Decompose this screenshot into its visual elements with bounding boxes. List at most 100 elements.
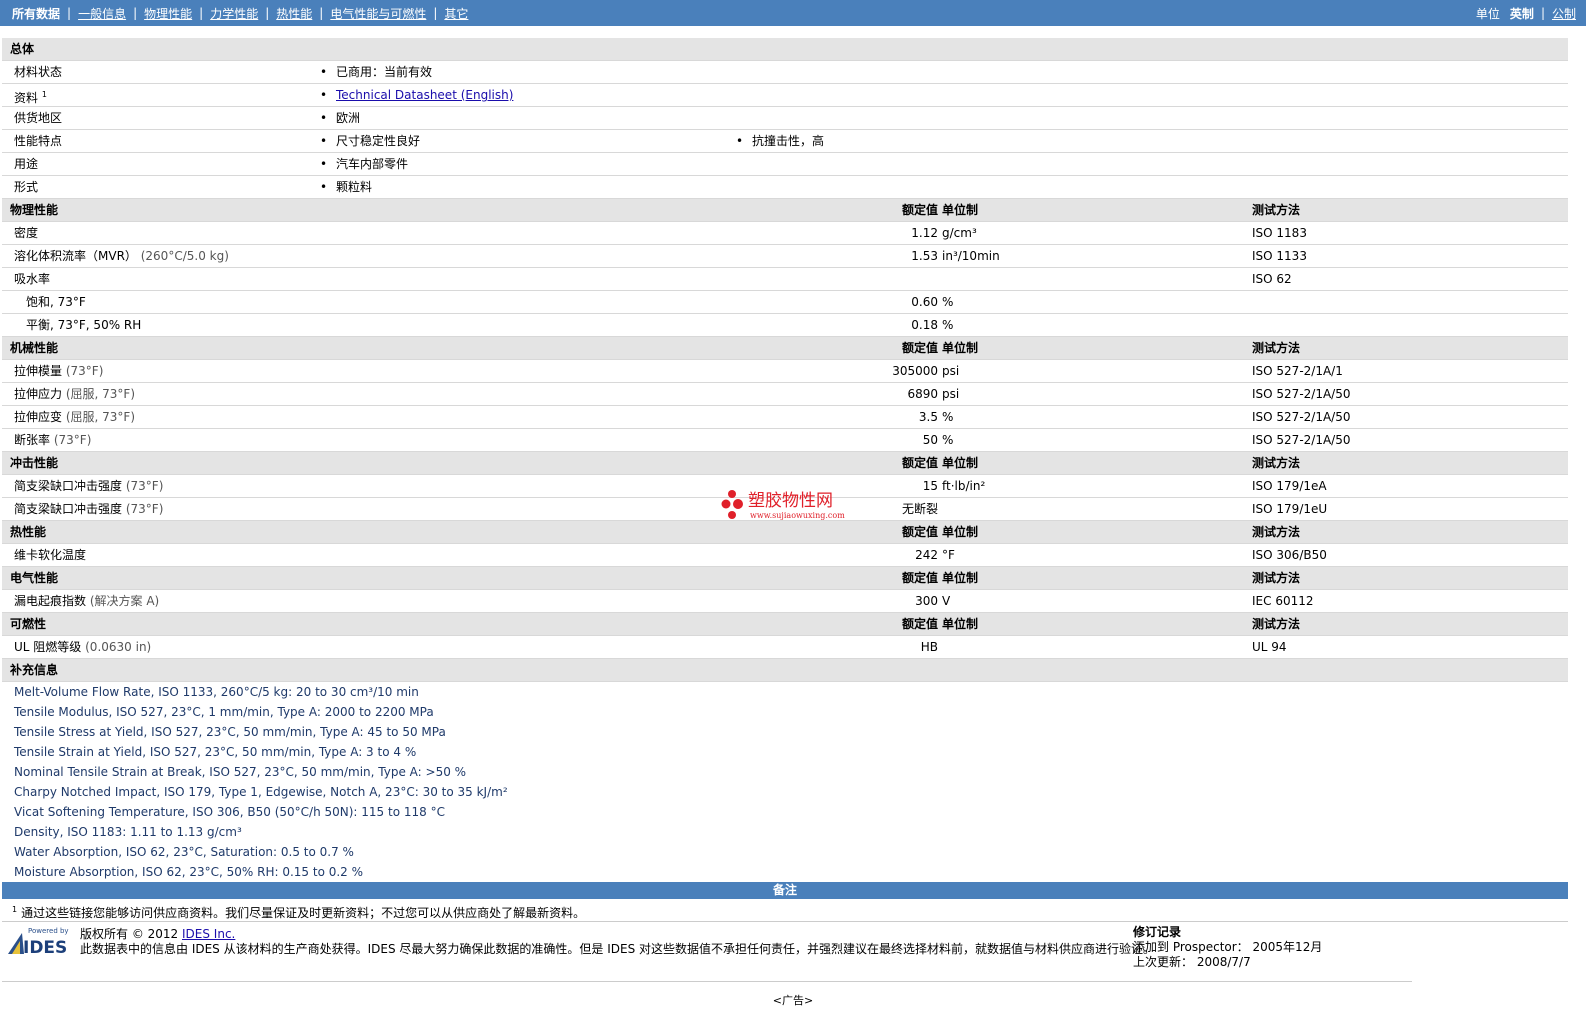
section-title: 机械性能 [10, 341, 59, 355]
general-row-form: 形式 • 颗粒料 [2, 176, 1568, 199]
row-label: 形式 [14, 180, 39, 194]
col-test: 测试方法 [1252, 203, 1301, 217]
section-title: 总体 [10, 42, 35, 56]
row-value: • 抗撞击性，高 [736, 134, 825, 148]
property-unit: g/cm³ [942, 226, 977, 240]
ides-link[interactable]: IDES Inc. [182, 927, 235, 941]
revision-title: 修订记录 [1133, 925, 1182, 939]
footnote-number: 1 [12, 905, 18, 914]
section-tabs: 所有数据 | 一般信息 | 物理性能 | 力学性能 | 热性能 | 电气性能与可… [12, 5, 468, 22]
col-nominal: 额定值 [901, 456, 938, 470]
section-physical-header: 物理性能 额定值 单位制 测试方法 [2, 199, 1568, 222]
tab-physical[interactable]: 物理性能 [144, 5, 192, 22]
nav-separator: | [265, 6, 270, 20]
technical-datasheet-link[interactable]: Technical Datasheet (English) [336, 88, 513, 102]
property-label: 平衡, 73°F, 50% RH [26, 318, 142, 332]
property-label: 吸水率 [14, 272, 51, 286]
nav-separator: | [67, 6, 72, 20]
property-row: 密度 1.12 g/cm³ ISO 1183 [2, 222, 1568, 245]
row-value: • 尺寸稳定性良好 [320, 134, 421, 148]
section-title: 热性能 [10, 525, 47, 539]
property-row: UL 阻燃等级 (0.0630 in) HB UL 94 [2, 636, 1568, 659]
property-label: 拉伸应变 (屈服, 73°F) [14, 410, 136, 424]
property-value: 1.12 [911, 226, 938, 240]
footnote: 1 通过这些链接您能够访问供应商资料。我们尽量保证及时更新资料；不过您可以从供应商… [2, 899, 1568, 922]
property-unit: psi [942, 364, 960, 378]
property-test: ISO 306/B50 [1252, 548, 1327, 562]
property-value: 242 [915, 548, 938, 562]
nav-separator: | [133, 6, 138, 20]
watermark-name: 塑胶物性网 [748, 491, 833, 511]
section-title: 物理性能 [10, 203, 59, 217]
footer-text: 版权所有 © 2012 IDES Inc. 此数据表中的信息由 IDES 从该材… [80, 927, 1155, 957]
property-value: 305000 [892, 364, 938, 378]
col-test: 测试方法 [1252, 617, 1301, 631]
property-unit: % [942, 433, 954, 447]
property-value: 3.5 [918, 410, 938, 424]
nav-separator: | [319, 6, 324, 20]
property-label: 维卡软化温度 [14, 548, 87, 562]
property-label: UL 阻燃等级 (0.0630 in) [14, 640, 152, 654]
row-label: 性能特点 [14, 134, 63, 148]
col-nominal: 额定值 [901, 341, 938, 355]
nav-separator: | [433, 6, 438, 20]
footer: Powered by IDES 版权所有 © 2012 IDES Inc. 此数… [2, 925, 1412, 982]
col-unit: 单位制 [942, 525, 979, 539]
property-unit: % [942, 410, 954, 424]
row-label: 供货地区 [14, 111, 63, 125]
tab-general-info[interactable]: 一般信息 [78, 5, 126, 22]
tab-mechanical[interactable]: 力学性能 [210, 5, 258, 22]
property-row: 平衡, 73°F, 50% RH 0.18 % [2, 314, 1568, 337]
property-label: 饱和, 73°F [26, 295, 86, 309]
property-row: 维卡软化温度 242 °F ISO 306/B50 [2, 544, 1568, 567]
tab-all-data[interactable]: 所有数据 [12, 5, 60, 22]
property-test: ISO 527-2/1A/50 [1252, 433, 1351, 447]
tab-thermal[interactable]: 热性能 [276, 5, 312, 22]
supplemental-line: Melt-Volume Flow Rate, ISO 1133, 260°C/5… [14, 685, 419, 699]
col-unit: 单位制 [942, 571, 979, 585]
property-label: 漏电起痕指数 (解决方案 A) [14, 594, 160, 608]
property-value: 0.60 [911, 295, 938, 309]
supplemental-line: Water Absorption, ISO 62, 23°C, Saturati… [14, 845, 354, 859]
property-unit: ft·lb/in² [942, 479, 986, 493]
col-test: 测试方法 [1252, 341, 1301, 355]
tab-other[interactable]: 其它 [444, 5, 468, 22]
property-value: 50 [922, 433, 938, 447]
property-test: ISO 1183 [1252, 226, 1307, 240]
tab-electrical-flammability[interactable]: 电气性能与可燃性 [330, 5, 426, 22]
row-label: 资料 1 [14, 90, 47, 105]
row-value: • Technical Datasheet (English) [320, 88, 514, 102]
unit-switch: 单位 英制 | 公制 [1476, 5, 1576, 22]
property-test: UL 94 [1252, 640, 1287, 654]
property-test: ISO 179/1eU [1252, 502, 1328, 516]
property-unit: % [942, 295, 954, 309]
property-value: 15 [922, 479, 938, 493]
property-row: 拉伸模量 (73°F) 305000 psi ISO 527-2/1A/1 [2, 360, 1568, 383]
col-unit: 单位制 [942, 617, 979, 631]
property-unit: psi [942, 387, 960, 401]
col-nominal: 额定值 [901, 525, 938, 539]
unit-english[interactable]: 英制 [1510, 5, 1534, 22]
row-value: • 已商用：当前有效 [320, 65, 433, 79]
nav-separator: | [199, 6, 204, 20]
units-label: 单位 [1475, 6, 1500, 21]
section-title: 可燃性 [10, 617, 47, 631]
property-test: ISO 527-2/1A/50 [1252, 387, 1351, 401]
section-supplemental-header: 补充信息 [2, 659, 1568, 682]
logo-wordmark: IDES [23, 938, 67, 955]
row-value: • 颗粒料 [320, 180, 373, 194]
property-row: 漏电起痕指数 (解决方案 A) 300 V IEC 60112 [2, 590, 1568, 613]
property-test: ISO 527-2/1A/50 [1252, 410, 1351, 424]
property-row: 溶化体积流率（MVR） (260°C/5.0 kg) 1.53 in³/10mi… [2, 245, 1568, 268]
property-label: 拉伸模量 (73°F) [14, 364, 104, 378]
supplemental-line: Moisture Absorption, ISO 62, 23°C, 50% R… [14, 865, 364, 879]
property-value: HB [920, 640, 938, 654]
col-unit: 单位制 [942, 341, 979, 355]
copyright: 版权所有 © 2012 [80, 927, 179, 941]
col-nominal: 额定值 [901, 203, 938, 217]
col-test: 测试方法 [1252, 456, 1301, 470]
unit-metric-link[interactable]: 公制 [1552, 5, 1576, 22]
property-test: ISO 179/1eA [1252, 479, 1327, 493]
col-unit: 单位制 [942, 203, 979, 217]
watermark-logo-icon: 塑胶物性网 www.sujiaowuxing.com [721, 490, 845, 520]
